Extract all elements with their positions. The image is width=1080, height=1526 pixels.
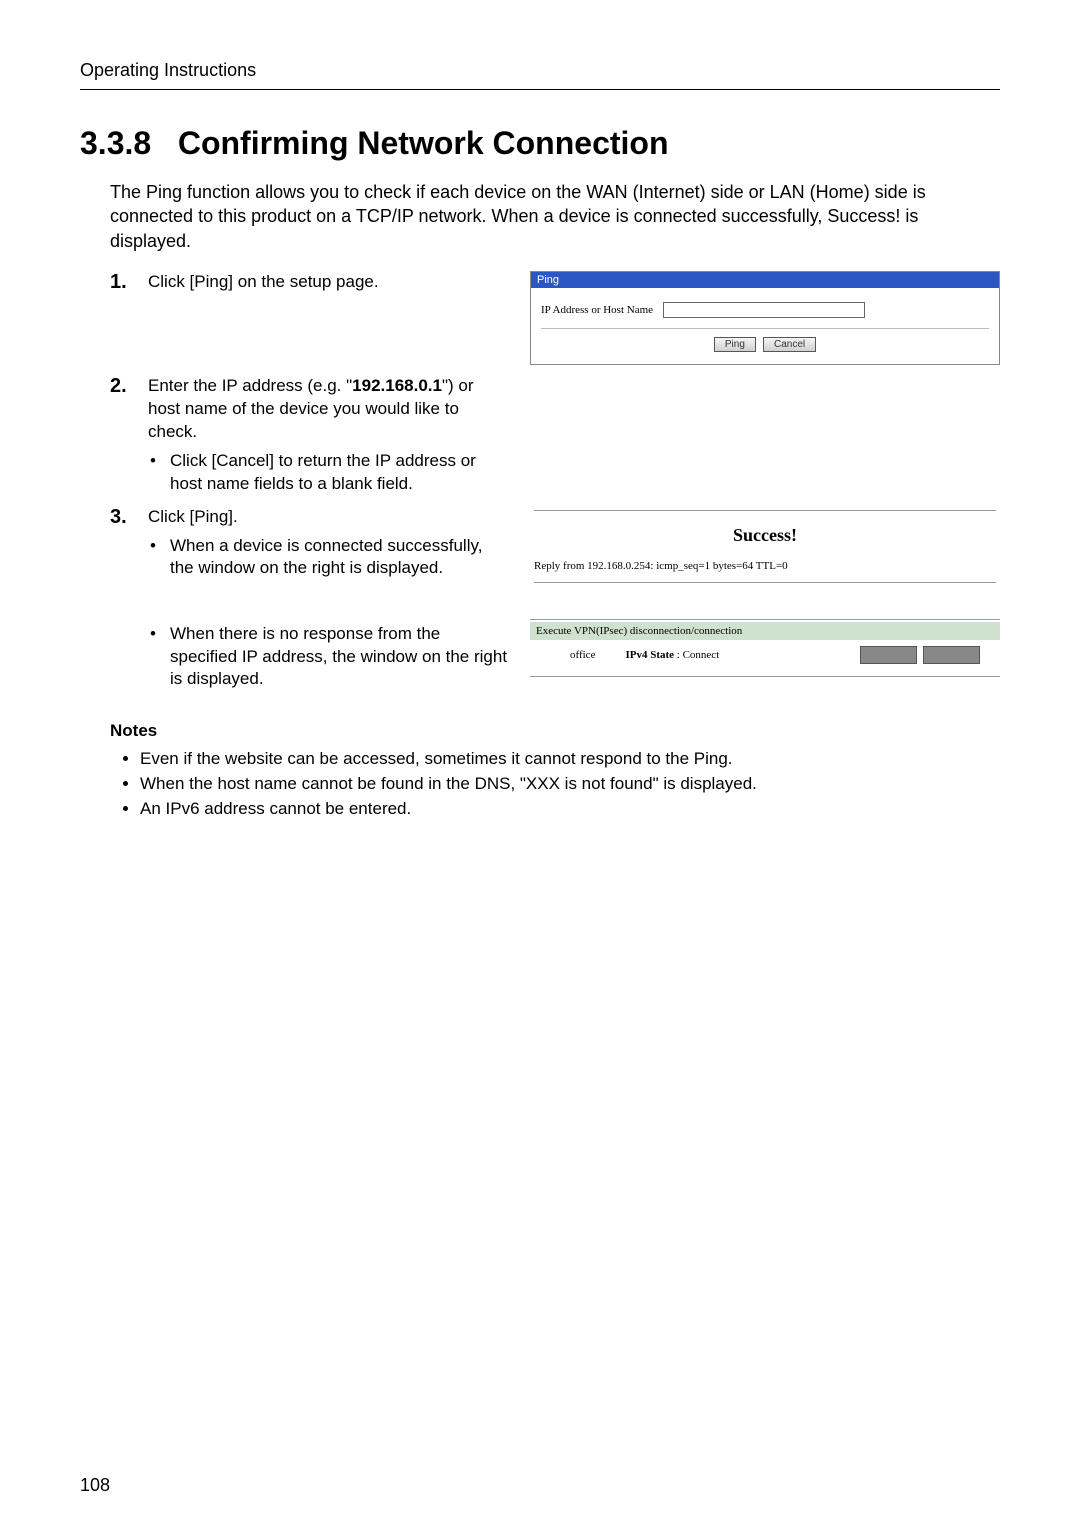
step-2-number: 2.: [110, 375, 148, 496]
notes-item: Even if the website can be accessed, som…: [140, 747, 1000, 772]
vpn-panel-header: Execute VPN(IPsec) disconnection/connect…: [530, 622, 1000, 640]
page-number: 108: [80, 1475, 110, 1496]
section-title-text: Confirming Network Connection: [178, 125, 669, 161]
success-title: Success!: [534, 515, 996, 560]
vpn-connection-name: office: [570, 649, 595, 661]
step-3-main: Click [Ping].: [148, 507, 238, 526]
success-reply: Reply from 192.168.0.254: icmp_seq=1 byt…: [534, 560, 996, 578]
vpn-action-button-1[interactable]: [860, 646, 917, 664]
step-2-text: Enter the IP address (e.g. "192.168.0.1"…: [148, 375, 510, 496]
section-heading: 3.3.8 Confirming Network Connection: [80, 125, 1000, 162]
ping-panel-title: Ping: [531, 272, 999, 288]
step-3-sub-b: When there is no response from the speci…: [148, 623, 510, 692]
step-3-sub-a: When a device is connected successfully,…: [148, 535, 510, 581]
notes-list: Even if the website can be accessed, som…: [110, 747, 1000, 821]
step-3b-spacer: [110, 617, 148, 692]
ping-ip-input[interactable]: [663, 302, 865, 318]
cancel-button[interactable]: Cancel: [763, 337, 816, 352]
step-2-ip-bold: 192.168.0.1: [352, 376, 442, 395]
notes-heading: Notes: [110, 721, 1000, 741]
step-3-text: Click [Ping]. When a device is connected…: [148, 506, 510, 581]
ping-panel: Ping IP Address or Host Name Ping Cancel: [530, 271, 1000, 365]
step-1-text: Click [Ping] on the setup page.: [148, 271, 379, 294]
section-number: 3.3.8: [80, 125, 151, 161]
notes-item: An IPv6 address cannot be entered.: [140, 797, 1000, 822]
ping-button[interactable]: Ping: [714, 337, 756, 352]
vpn-state-value: : Connect: [677, 649, 719, 661]
ping-field-label: IP Address or Host Name: [541, 304, 653, 316]
step-2-text-pre: Enter the IP address (e.g. ": [148, 376, 352, 395]
vpn-state-label: IPv4 State: [625, 649, 674, 661]
step-2-sub: Click [Cancel] to return the IP address …: [148, 450, 510, 496]
intro-paragraph: The Ping function allows you to check if…: [110, 180, 1000, 253]
success-panel: Success! Reply from 192.168.0.254: icmp_…: [530, 510, 1000, 583]
notes-item: When the host name cannot be found in th…: [140, 772, 1000, 797]
vpn-action-button-2[interactable]: [923, 646, 980, 664]
step-1-number: 1.: [110, 271, 148, 294]
vpn-panel: Execute VPN(IPsec) disconnection/connect…: [530, 619, 1000, 677]
step-3-number: 3.: [110, 506, 148, 581]
running-head: Operating Instructions: [80, 60, 1000, 90]
